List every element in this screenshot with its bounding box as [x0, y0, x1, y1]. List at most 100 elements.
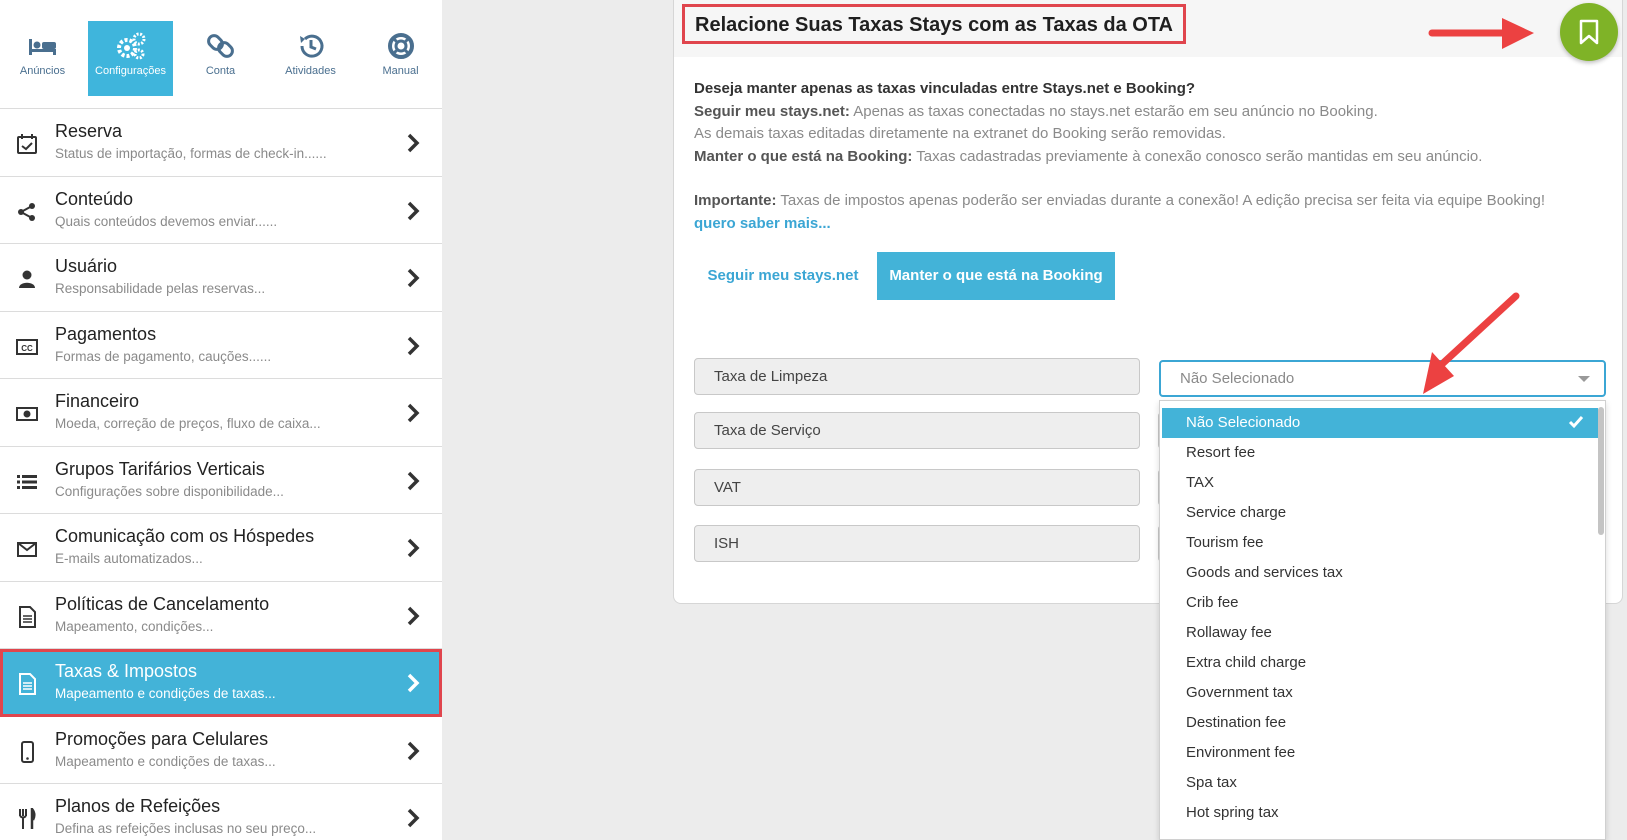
- card-header: Relacione Suas Taxas Stays com as Taxas …: [674, 0, 1622, 57]
- sidebar-item-title: Financeiro: [55, 391, 140, 411]
- tab-seguir-stays[interactable]: Seguir meu stays.net: [694, 252, 872, 300]
- dropdown-option[interactable]: TAX: [1162, 468, 1598, 498]
- ota-fee-dropdown: Não Selecionado Resort fee TAX Service c…: [1159, 400, 1606, 840]
- dropdown-option[interactable]: Service charge: [1162, 498, 1598, 528]
- sidebar-item-subtitle: Formas de pagamento, cauções......: [55, 348, 272, 364]
- sidebar-item-reserva[interactable]: Reserva Status de importação, formas de …: [0, 109, 442, 177]
- nav-manual[interactable]: Manual: [358, 21, 443, 96]
- fee-name-field: Taxa de Limpeza: [694, 358, 1140, 395]
- sidebar-item-politicas-cancelamento[interactable]: Políticas de Cancelamento Mapeamento, co…: [0, 581, 442, 649]
- keep-option-text: Taxas cadastradas previamente à conexão …: [912, 147, 1483, 165]
- dropdown-option[interactable]: Environment fee: [1162, 738, 1598, 768]
- chevron-right-icon: [407, 808, 420, 828]
- sidebar-item-promocoes-celulares[interactable]: Promoções para Celulares Mapeamento e co…: [0, 716, 442, 784]
- chevron-right-icon: [407, 606, 420, 625]
- dropdown-option[interactable]: Crib fee: [1162, 588, 1598, 618]
- sidebar-item-subtitle: Defina as refeições inclusas no seu preç…: [55, 821, 317, 836]
- fee-name-field: Taxa de Serviço: [694, 412, 1140, 449]
- dropdown-option[interactable]: Destination fee: [1162, 708, 1598, 738]
- follow-option-description: Seguir meu stays.net: Apenas as taxas co…: [694, 103, 1378, 120]
- follow-option-label: Seguir meu stays.net:: [694, 102, 850, 120]
- document-icon: [19, 673, 36, 695]
- sidebar-item-conteudo[interactable]: Conteúdo Quais conteúdos devemos enviar.…: [0, 176, 442, 244]
- list-icon: [17, 474, 37, 489]
- history-icon: [299, 34, 323, 58]
- sidebar-item-title: Grupos Tarifários Verticais: [55, 458, 265, 479]
- dropdown-option[interactable]: Não Selecionado: [1162, 408, 1598, 438]
- sidebar-item-title: Políticas de Cancelamento: [55, 593, 270, 614]
- sidebar-item-title: Comunicação com os Hóspedes: [55, 526, 315, 546]
- calendar-check-icon: [17, 134, 37, 154]
- nav-atividades[interactable]: Atividades: [268, 21, 353, 96]
- dropdown-scrollbar[interactable]: [1598, 407, 1604, 535]
- sidebar-item-title: Reserva: [55, 121, 123, 141]
- sidebar-item-planos-refeicoes[interactable]: Planos de Refeições Defina as refeições …: [0, 784, 442, 840]
- sidebar-item-subtitle: Mapeamento, condições...: [55, 618, 214, 634]
- user-icon: [19, 270, 35, 288]
- nav-anuncios-label: Anúncios: [19, 65, 66, 77]
- sidebar-item-subtitle: Responsabilidade pelas reservas...: [55, 281, 266, 296]
- dropdown-option[interactable]: Resort fee: [1162, 438, 1598, 468]
- dropdown-option[interactable]: Government tax: [1162, 678, 1598, 708]
- save-button[interactable]: [1560, 3, 1618, 61]
- nav-anuncios[interactable]: Anúncios: [0, 21, 85, 96]
- envelope-icon: [17, 542, 37, 557]
- chevron-right-icon: [407, 741, 420, 760]
- sidebar-item-title: Planos de Refeições: [55, 796, 221, 816]
- dropdown-option-label: Não Selecionado: [1186, 414, 1301, 431]
- sidebar-item-subtitle: Quais conteúdos devemos enviar......: [55, 213, 278, 229]
- tab-manter-booking[interactable]: Manter o que está na Booking: [877, 252, 1115, 300]
- sidebar-item-financeiro[interactable]: Financeiro Moeda, correção de preços, fl…: [0, 379, 442, 447]
- dropdown-option[interactable]: Extra child charge: [1162, 648, 1598, 678]
- sidebar-item-subtitle: Mapeamento e condições de taxas...: [55, 686, 276, 701]
- keep-option-label: Manter o que está na Booking:: [694, 147, 913, 165]
- dropdown-option[interactable]: Goods and services tax: [1162, 558, 1598, 588]
- settings-menu: Reserva Status de importação, formas de …: [0, 109, 442, 840]
- dropdown-option[interactable]: Spa tax: [1162, 768, 1598, 798]
- gears-icon: [116, 32, 145, 60]
- sidebar: Anúncios Configurações Conta Atividades …: [0, 0, 442, 840]
- document-icon: [19, 605, 36, 628]
- dropdown-option[interactable]: Rollaway fee: [1162, 618, 1598, 648]
- chevron-right-icon: [407, 336, 420, 355]
- sidebar-item-taxas-impostos[interactable]: Taxas & Impostos Mapeamento e condições …: [0, 649, 442, 717]
- cutlery-icon: [19, 808, 36, 829]
- nav-configuracoes[interactable]: Configurações: [88, 21, 173, 96]
- svg-text:CC: CC: [21, 344, 33, 353]
- nav-conta[interactable]: Conta: [178, 21, 263, 96]
- ota-fee-select-open[interactable]: Não Selecionado: [1159, 360, 1606, 397]
- follow-option-text: Apenas as taxas conectadas no stays.net …: [849, 102, 1378, 120]
- sidebar-item-pagamentos[interactable]: CC Pagamentos Formas de pagamento, cauçõ…: [0, 311, 442, 379]
- question-text: Deseja manter apenas as taxas vinculadas…: [694, 80, 1196, 97]
- description-text: Deseja manter apenas as taxas vinculadas…: [694, 78, 1594, 235]
- dropdown-option[interactable]: Tourism fee: [1162, 528, 1598, 558]
- sidebar-item-title: Promoções para Celulares: [55, 728, 269, 749]
- select-value: Não Selecionado: [1180, 370, 1295, 387]
- follow-option-text-2: As demais taxas editadas diretamente na …: [694, 125, 1226, 142]
- chevron-right-icon: [407, 673, 420, 693]
- mobile-icon: [21, 740, 34, 763]
- nav-atividades-label: Atividades: [285, 65, 336, 77]
- sidebar-item-subtitle: Status de importação, formas de check-in…: [55, 146, 327, 161]
- nav-configuracoes-label: Configurações: [95, 65, 166, 77]
- money-icon: [16, 407, 38, 421]
- sidebar-item-comunicacao[interactable]: Comunicação com os Hóspedes E-mails auto…: [0, 514, 442, 582]
- important-note: Importante: Taxas de impostos apenas pod…: [694, 192, 1545, 209]
- sidebar-item-title: Usuário: [55, 256, 118, 276]
- important-label: Importante:: [694, 192, 777, 209]
- page-title: Relacione Suas Taxas Stays com as Taxas …: [682, 4, 1186, 44]
- nav-conta-label: Conta: [205, 65, 236, 77]
- bookmark-icon: [1579, 19, 1599, 45]
- sidebar-item-subtitle: Configurações sobre disponibilidade...: [55, 483, 284, 499]
- check-icon: [1568, 416, 1584, 429]
- learn-more-link[interactable]: quero saber mais...: [694, 213, 1594, 236]
- caret-down-icon: [1578, 376, 1590, 382]
- share-icon: [18, 202, 35, 221]
- dropdown-option[interactable]: Hot spring tax: [1162, 798, 1598, 828]
- sidebar-item-usuario[interactable]: Usuário Responsabilidade pelas reservas.…: [0, 244, 442, 312]
- sidebar-item-grupos-tarifarios[interactable]: Grupos Tarifários Verticais Configuraçõe…: [0, 446, 442, 514]
- keep-option-description: Manter o que está na Booking: Taxas cada…: [694, 148, 1482, 165]
- nav-manual-label: Manual: [382, 65, 419, 77]
- sidebar-item-subtitle: E-mails automatizados...: [55, 551, 203, 566]
- important-text: Taxas de impostos apenas poderão ser env…: [776, 192, 1546, 209]
